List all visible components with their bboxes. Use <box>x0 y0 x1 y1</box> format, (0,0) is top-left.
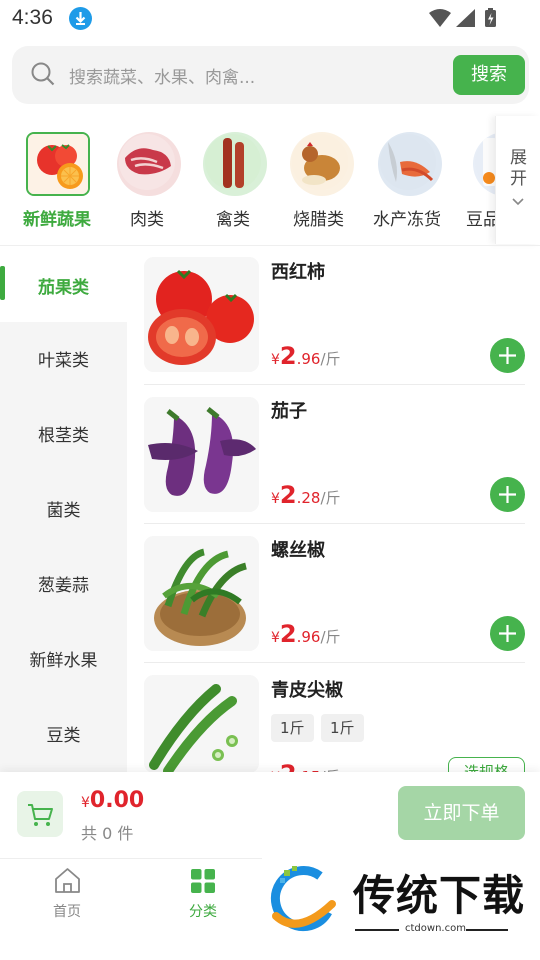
side-nav-item-leafy[interactable]: 叶菜类 <box>0 346 127 371</box>
meat-image <box>119 134 175 190</box>
status-icons <box>428 7 500 33</box>
price-unit: /斤 <box>320 628 341 646</box>
side-nav-item-fruit[interactable]: 新鲜水果 <box>0 646 127 671</box>
add-to-cart-button[interactable] <box>490 338 525 373</box>
product-image-green-pepper[interactable] <box>144 675 259 773</box>
price-unit: /斤 <box>320 350 341 368</box>
status-time: 4:36 <box>12 6 53 29</box>
product-name[interactable]: 茄子 <box>271 397 307 423</box>
download-icon <box>69 7 92 30</box>
signal-icon <box>456 9 475 27</box>
poultry-image <box>205 134 261 190</box>
divider <box>355 929 399 931</box>
spec-tag[interactable]: 1斤 <box>321 714 364 742</box>
price-integer: 2 <box>279 342 297 370</box>
cart-currency: ¥ <box>81 795 90 811</box>
category-label[interactable]: 烧腊类 <box>293 205 344 230</box>
product-name[interactable]: 青皮尖椒 <box>271 676 343 702</box>
add-to-cart-button[interactable] <box>490 616 525 651</box>
price-unit: /斤 <box>320 489 341 507</box>
price-currency: ¥ <box>271 630 280 646</box>
divider <box>144 523 525 524</box>
cart-icon <box>28 804 53 826</box>
plus-icon <box>499 486 516 503</box>
side-nav-item-root[interactable]: 根茎类 <box>0 421 127 446</box>
place-order-button[interactable]: 立即下单 <box>398 786 525 840</box>
category-label[interactable]: 禽类 <box>216 205 250 230</box>
category-label[interactable]: 水产冻货 <box>373 205 441 230</box>
category-item-seafood[interactable] <box>378 132 442 196</box>
product-name[interactable]: 螺丝椒 <box>271 536 325 562</box>
grid-icon[interactable] <box>190 868 216 898</box>
watermark-text: 传统下载 <box>353 871 526 920</box>
watermark-url: ctdown.com <box>405 923 466 934</box>
category-label[interactable]: 新鲜蔬果 <box>23 205 91 230</box>
product-image-pepper[interactable] <box>144 536 259 651</box>
side-nav-item-beans[interactable]: 豆类 <box>0 721 127 746</box>
roast-image <box>292 134 348 190</box>
side-nav-item-aromatics[interactable]: 葱姜蒜 <box>0 571 127 596</box>
cart-total: ¥0.00 <box>81 788 144 813</box>
home-icon[interactable] <box>53 866 82 899</box>
divider <box>144 662 525 663</box>
produce-image <box>28 134 88 194</box>
price-integer: 2 <box>279 620 297 648</box>
price-decimal: .28 <box>296 489 321 507</box>
category-item-poultry[interactable] <box>203 132 267 196</box>
product-price: ¥2.96/斤 <box>271 342 341 370</box>
add-to-cart-button[interactable] <box>490 477 525 512</box>
search-button[interactable]: 搜索 <box>453 55 525 95</box>
status-bar: 4:36 <box>0 0 540 38</box>
spec-tag[interactable]: 1斤 <box>271 714 314 742</box>
expand-label[interactable]: 展开 <box>510 148 528 190</box>
search-icon <box>30 61 56 91</box>
price-decimal: .96 <box>296 350 321 368</box>
price-decimal: .96 <box>296 628 321 646</box>
search-input[interactable]: 搜索蔬菜、水果、肉禽... <box>69 63 255 88</box>
price-integer: 2 <box>279 481 297 509</box>
category-item-meat[interactable] <box>117 132 181 196</box>
tab-category[interactable]: 分类 <box>189 901 217 921</box>
chevron-down-icon[interactable] <box>511 192 525 211</box>
seafood-image <box>380 134 436 190</box>
product-name[interactable]: 西红柿 <box>271 258 325 284</box>
category-label[interactable]: 肉类 <box>130 205 164 230</box>
cart-amount: 0.00 <box>89 788 145 813</box>
divider <box>466 929 508 931</box>
product-image-tomato[interactable] <box>144 257 259 372</box>
side-nav-item-solanaceous[interactable]: 茄果类 <box>0 273 127 298</box>
plus-icon <box>499 625 516 642</box>
battery-icon <box>485 8 496 27</box>
cart-count: 共 0 件 <box>81 824 134 843</box>
product-price: ¥2.28/斤 <box>271 481 341 509</box>
price-currency: ¥ <box>271 352 280 368</box>
category-item-roast[interactable] <box>290 132 354 196</box>
wifi-icon <box>429 9 451 27</box>
product-price: ¥2.96/斤 <box>271 620 341 648</box>
divider <box>144 384 525 385</box>
watermark-logo-icon <box>268 864 344 940</box>
price-currency: ¥ <box>271 491 280 507</box>
side-nav-item-mushroom[interactable]: 菌类 <box>0 496 127 521</box>
cart-button[interactable] <box>17 791 63 837</box>
tab-home[interactable]: 首页 <box>53 901 81 921</box>
product-image-eggplant[interactable] <box>144 397 259 512</box>
category-item-fresh-produce[interactable] <box>26 132 90 196</box>
plus-icon <box>499 347 516 364</box>
